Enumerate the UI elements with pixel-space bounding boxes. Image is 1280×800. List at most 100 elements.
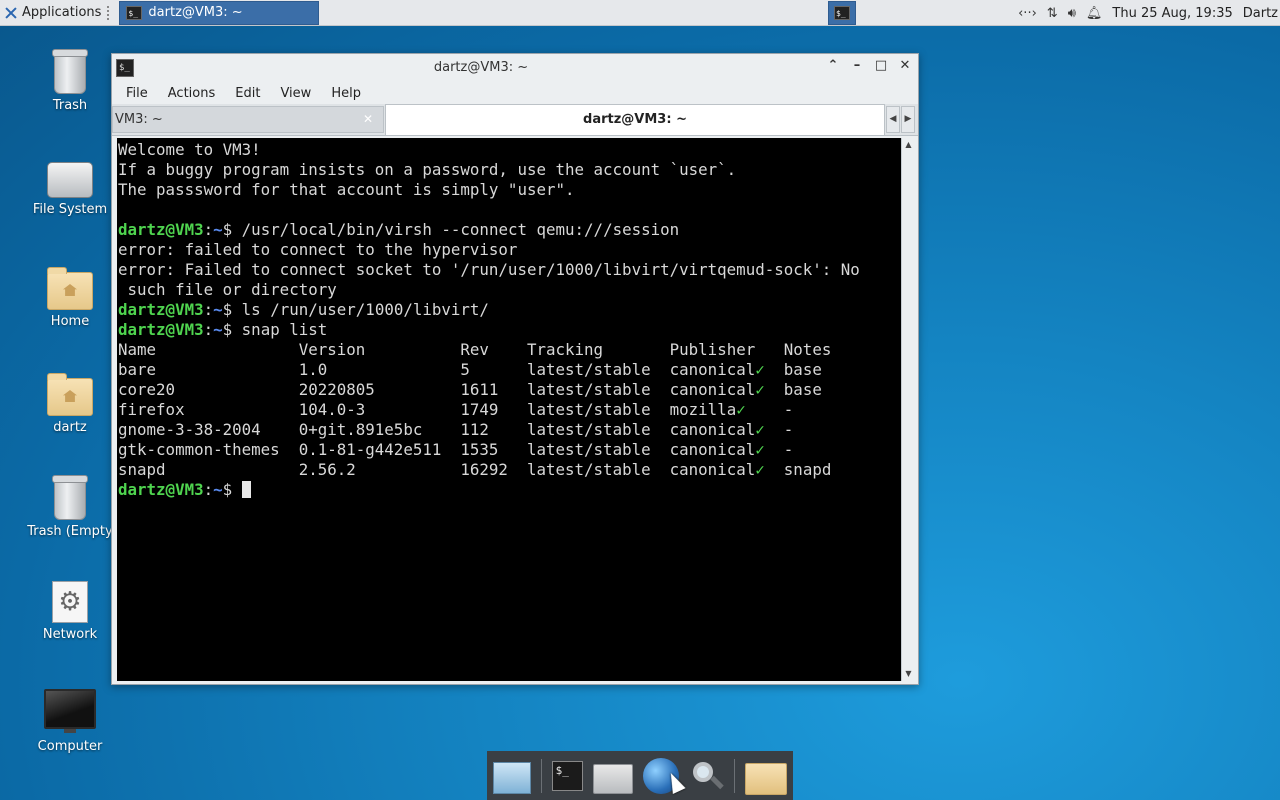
snap-cell: mozilla✓ [669,400,746,419]
snap-cell: gnome-3-38-2004 [118,420,299,439]
maximize-icon[interactable]: □ [874,58,888,73]
tab-bar: VM3: ~ ✕ dartz@VM3: ~ ◀ ▶ [112,104,918,136]
menu-help[interactable]: Help [323,86,369,101]
scroll-up-icon[interactable]: ▲ [902,139,915,151]
snap-cell: 0.1-81-g442e511 [298,440,461,459]
desktop-icon-label: dartz [53,420,87,435]
terminal-icon: $_ [126,5,143,20]
snap-list-table: Name Version Rev Tracking Publisher Note… [118,340,901,480]
applications-label: Applications [22,5,102,20]
snap-header-cell: Notes [783,340,832,359]
tab-label: VM3: ~ [115,112,163,127]
desktop-icon-label: Trash [52,98,88,113]
volume-icon[interactable]: 🔊︎ [1068,6,1076,21]
notification-bell-icon[interactable]: 🔔︎ [1086,6,1103,21]
verified-check-icon: ✓ [755,360,765,379]
snap-cell: latest/stable [526,440,670,459]
snap-cell: snapd [783,460,832,479]
desktop-icon-network[interactable]: ⚙ Network [20,581,120,642]
minimize-icon[interactable]: – [850,58,864,73]
terminal-line: Welcome to VM3! [118,140,261,159]
panel-separator [107,5,113,20]
verified-check-icon: ✓ [755,440,765,459]
dock: $_ [487,751,793,800]
terminal-line: error: failed to connect to the hypervis… [118,240,518,259]
snap-list-row: bare 1.0 5 latest/stable canonical✓ base [118,360,901,380]
desktop-icon-dartz[interactable]: dartz [20,373,120,435]
snap-list-row: snapd 2.56.2 16292 latest/stable canonic… [118,460,901,480]
window-titlebar[interactable]: $_ dartz@VM3: ~ ⌃ – □ ✕ [112,54,918,82]
desktop-icon-label: File System [32,202,108,217]
snap-header-cell: Version [298,340,461,359]
terminal-window[interactable]: $_ dartz@VM3: ~ ⌃ – □ ✕ File Actions Edi… [111,53,919,685]
snap-cell: latest/stable [526,420,670,439]
terminal-icon[interactable]: $_ [551,760,584,791]
tab-active[interactable]: dartz@VM3: ~ [385,104,885,135]
desktop-icon-label: Home [50,314,90,329]
terminal-prompt-line: dartz@VM3:~$ [118,480,901,500]
snap-cell: 1.0 [298,360,461,379]
terminal-output[interactable]: Welcome to VM3! If a buggy program insis… [117,138,901,681]
prompt-path: ~ [213,320,223,339]
snap-cell: bare [118,360,299,379]
terminal-cursor [241,481,251,498]
snap-cell: latest/stable [526,380,670,399]
snap-cell: canonical✓ [669,440,765,459]
verified-check-icon: ✓ [755,420,765,439]
snap-cell: canonical✓ [669,360,765,379]
prompt-user: dartz@VM3 [118,300,204,319]
snap-cell: core20 [118,380,299,399]
snap-cell: latest/stable [526,360,670,379]
snap-header-cell: Publisher [669,340,784,359]
desktop-icon-trash[interactable]: Trash [20,49,120,113]
tab-close-icon[interactable]: ✕ [363,107,373,132]
snap-cell: 2.56.2 [298,460,461,479]
desktop-icon-file-system[interactable]: File System [20,158,120,217]
menu-edit[interactable]: Edit [227,86,268,101]
shade-icon[interactable]: ⌃ [826,58,840,73]
workspace-terminal-button[interactable]: $_ [828,1,856,25]
scroll-down-icon[interactable]: ▼ [902,668,915,680]
close-icon[interactable]: ✕ [898,58,912,73]
snap-list-row: firefox 104.0-3 1749 latest/stable mozil… [118,400,901,420]
terminal-line: error: Failed to connect socket to '/run… [118,260,860,279]
network-wired-icon[interactable]: ‹··› [1018,6,1037,21]
tab-label: dartz@VM3: ~ [583,112,687,127]
desktop-icon-computer[interactable]: Computer [20,689,120,754]
desktop-icon-trash-empty[interactable]: Trash (Empty [20,475,120,539]
prompt-user: dartz@VM3 [118,480,204,499]
snap-cell: base [783,380,822,399]
snap-cell: base [783,360,822,379]
snap-cell: 20220805 [298,380,461,399]
verified-check-icon: ✓ [755,380,765,399]
snap-cell: 112 [460,420,527,439]
snap-list-row: core20 20220805 1611 latest/stable canon… [118,380,901,400]
snap-cell: snapd [118,460,299,479]
menu-actions[interactable]: Actions [160,86,224,101]
tab-scroll-left-icon[interactable]: ◀ [886,106,900,133]
snap-list-row: gnome-3-38-2004 0+git.891e5bc 112 latest… [118,420,901,440]
desktop-icon-home[interactable]: Home [20,267,120,329]
applications-menu[interactable]: Applications [0,0,117,26]
home-icon[interactable] [593,763,634,794]
verified-check-icon: ✓ [736,400,746,419]
trash-icon [52,475,88,520]
trash-icon [52,49,88,94]
network-transfer-icon[interactable]: ⇅ [1047,6,1058,21]
menu-view[interactable]: View [272,86,319,101]
search-icon[interactable] [689,758,725,794]
tab-inactive[interactable]: VM3: ~ ✕ [112,106,384,133]
user-menu[interactable]: Dartz [1243,6,1278,21]
home-folder-icon [47,267,93,310]
snap-cell: 1611 [460,380,527,399]
taskbar-button-terminal[interactable]: $_ dartz@VM3: ~ [119,0,320,25]
clock[interactable]: Thu 25 Aug, 19:35 [1112,6,1232,21]
menu-file[interactable]: File [118,86,156,101]
folder-icon[interactable] [745,762,787,795]
tab-scroll-right-icon[interactable]: ▶ [901,106,915,133]
dock-separator [734,758,736,793]
terminal-scrollbar[interactable]: ▲ ▼ [901,138,915,681]
terminal-line: such file or directory [118,280,337,299]
show-desktop-icon[interactable] [493,761,531,794]
command-text: snap list [232,320,328,339]
